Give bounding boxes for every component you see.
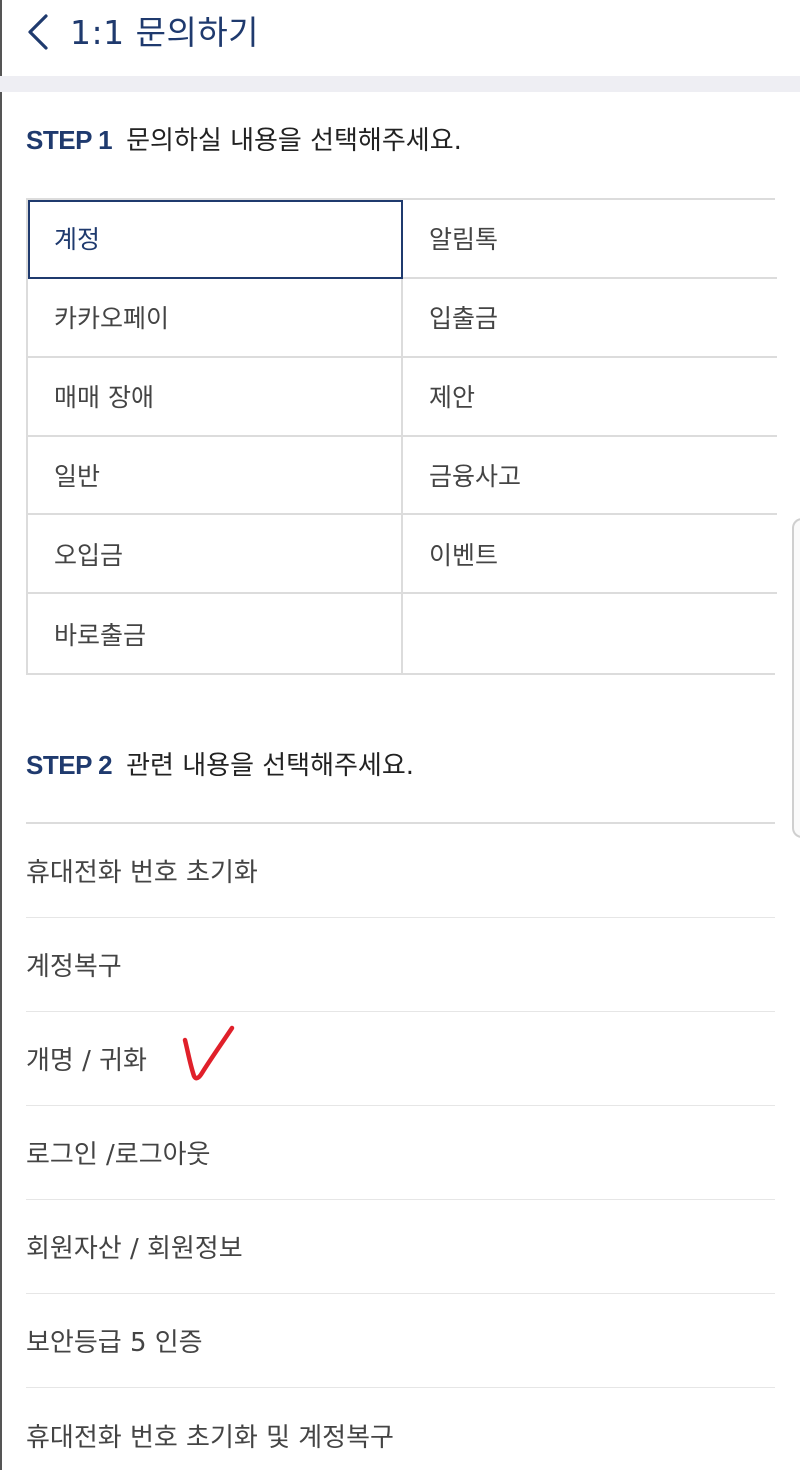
step1-text: 문의하실 내용을 선택해주세요. [126, 126, 462, 156]
list-item[interactable]: 보안등급 5 인증 [26, 1294, 775, 1388]
step1-heading: STEP 1 문의하실 내용을 선택해주세요. [26, 120, 462, 157]
page-edge [0, 0, 2, 1470]
subcategory-list: 휴대전화 번호 초기화 계정복구 개명 / 귀화 로그인 /로그아웃 회원자산 … [26, 822, 775, 1470]
list-item[interactable]: 휴대전화 번호 초기화 및 계정복구 [26, 1388, 775, 1470]
header-divider [0, 76, 800, 92]
chevron-left-icon [28, 14, 48, 50]
category-kakaopay[interactable]: 카카오페이 [28, 278, 403, 358]
check-mark-icon [182, 1025, 235, 1081]
list-item[interactable]: 로그인 /로그아웃 [26, 1106, 775, 1200]
category-misdeposit[interactable]: 오입금 [28, 515, 403, 595]
category-alimtalk[interactable]: 알림톡 [403, 200, 777, 279]
category-trading-error[interactable]: 매매 장애 [28, 357, 403, 437]
category-general[interactable]: 일반 [28, 436, 403, 516]
list-item[interactable]: 개명 / 귀화 [26, 1012, 775, 1106]
step2-heading: STEP 2 관련 내용을 선택해주세요. [26, 745, 414, 782]
header: 1:1 문의하기 [0, 0, 800, 76]
step1-label: STEP 1 [26, 125, 113, 155]
list-item[interactable]: 계정복구 [26, 918, 775, 1012]
category-event[interactable]: 이벤트 [403, 515, 777, 595]
list-item[interactable]: 회원자산 / 회원정보 [26, 1200, 775, 1294]
step2-label: STEP 2 [26, 750, 113, 780]
category-suggestion[interactable]: 제안 [403, 357, 777, 437]
category-empty [403, 594, 777, 673]
category-deposit-withdrawal[interactable]: 입출금 [403, 278, 777, 358]
back-button[interactable] [22, 12, 62, 52]
category-account[interactable]: 계정 [28, 200, 403, 279]
step2-text: 관련 내용을 선택해주세요. [126, 751, 415, 781]
category-financial-incident[interactable]: 금융사고 [403, 436, 777, 516]
page-title: 1:1 문의하기 [70, 13, 260, 52]
category-grid: 계정 알림톡 카카오페이 입출금 매매 장애 제안 일반 금융사고 오입금 이벤… [26, 198, 777, 675]
category-instant-withdrawal[interactable]: 바로출금 [28, 594, 403, 673]
list-item[interactable]: 휴대전화 번호 초기화 [26, 824, 775, 918]
scroll-indicator[interactable] [792, 518, 800, 838]
